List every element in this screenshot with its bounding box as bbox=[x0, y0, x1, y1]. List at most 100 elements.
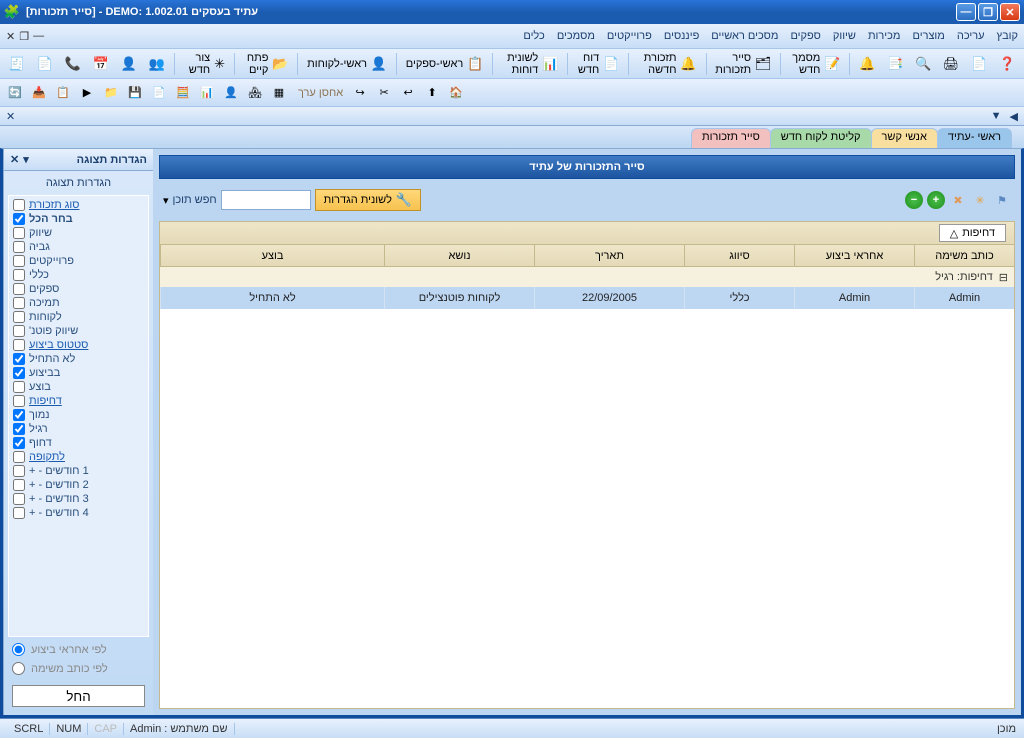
checkbox[interactable] bbox=[13, 367, 25, 379]
window-minimize-button[interactable]: ― bbox=[956, 3, 976, 21]
menu-item[interactable]: מסמכים bbox=[557, 30, 595, 42]
menu-item[interactable]: פרוייקטים bbox=[607, 30, 652, 42]
col-class[interactable]: סיווג bbox=[684, 245, 794, 266]
col-writer[interactable]: כותב משימה bbox=[914, 245, 1014, 266]
toolbar-icon-button[interactable]: 📅 bbox=[88, 52, 114, 76]
tool-user-icon[interactable]: 👤 bbox=[220, 82, 242, 104]
priority-button[interactable]: דחיפות △ bbox=[939, 224, 1006, 242]
toolbar-button[interactable]: 🗂סייר תזכורות bbox=[710, 52, 776, 76]
toolbar-icon-button[interactable]: 🖨 bbox=[938, 52, 964, 76]
checkbox[interactable] bbox=[13, 465, 25, 477]
window-maximize-button[interactable]: ❐ bbox=[978, 3, 998, 21]
tool-up-icon[interactable]: ⬆ bbox=[421, 82, 443, 104]
search-input[interactable] bbox=[221, 190, 311, 210]
checkbox[interactable] bbox=[13, 451, 25, 463]
nav-prev-icon[interactable]: ◀ bbox=[1010, 110, 1018, 123]
toolbar-button[interactable]: 📄דוח חדש bbox=[572, 52, 624, 76]
checkbox[interactable] bbox=[13, 381, 25, 393]
sidebar-group[interactable]: דחיפות bbox=[9, 394, 148, 408]
table-row[interactable]: Admin Admin כללי 22/09/2005 לקוחות פוטנצ… bbox=[160, 287, 1014, 309]
sidebar-checkbox-item[interactable]: 3 חודשים - + bbox=[9, 492, 148, 506]
checkbox[interactable] bbox=[13, 437, 25, 449]
col-subject[interactable]: נושא bbox=[384, 245, 534, 266]
tab[interactable]: ראשי -עתיד bbox=[937, 128, 1012, 148]
checkbox[interactable] bbox=[13, 507, 25, 519]
toolbar-icon-button[interactable]: 📄 bbox=[32, 52, 58, 76]
tool-copy-icon[interactable]: 📋 bbox=[52, 82, 74, 104]
menu-item[interactable]: כלים bbox=[523, 30, 544, 42]
sidebar-group[interactable]: סטטוס ביצוע bbox=[9, 338, 148, 352]
toolbar-icon-button[interactable]: 📑 bbox=[882, 52, 908, 76]
toolbar-button[interactable]: 👤ראשי-לקוחות bbox=[302, 52, 392, 76]
menu-item[interactable]: קובץ bbox=[997, 30, 1018, 42]
sidebar-checkbox-item[interactable]: גביה bbox=[9, 240, 148, 254]
toolbar-button[interactable]: 🔔תזכורת חדשה bbox=[633, 52, 702, 76]
sidebar-checkbox-item[interactable]: בוצע bbox=[9, 380, 148, 394]
tool-paste-icon[interactable]: 📥 bbox=[28, 82, 50, 104]
window-close-button[interactable]: ✕ bbox=[1000, 3, 1020, 21]
sidebar-checkbox-item[interactable]: רגיל bbox=[9, 422, 148, 436]
sidebar-checkbox-item[interactable]: בביצוע bbox=[9, 366, 148, 380]
sidebar-checkbox-item[interactable]: תמיכה bbox=[9, 296, 148, 310]
checkbox[interactable] bbox=[13, 297, 25, 309]
remove-button[interactable]: − bbox=[905, 191, 923, 209]
checkbox[interactable] bbox=[13, 395, 25, 407]
checkbox[interactable] bbox=[13, 479, 25, 491]
sidebar-group[interactable]: לתקופה bbox=[9, 450, 148, 464]
mdi-close[interactable]: ✕ bbox=[6, 30, 15, 43]
toolbar-icon-button[interactable]: 🧾 bbox=[4, 52, 30, 76]
sidebar-checkbox-item[interactable]: שיווק bbox=[9, 226, 148, 240]
toolbar-icon-button[interactable]: 👥 bbox=[144, 52, 170, 76]
menu-item[interactable]: פיננסים bbox=[664, 30, 699, 42]
tool-home-icon[interactable]: 🏠 bbox=[445, 82, 467, 104]
col-done[interactable]: בוצע bbox=[160, 245, 384, 266]
checkbox[interactable] bbox=[13, 283, 25, 295]
sidebar-checkbox-item[interactable]: פרוייקטים bbox=[9, 254, 148, 268]
apply-button[interactable]: החל bbox=[12, 685, 145, 707]
checkbox[interactable] bbox=[13, 423, 25, 435]
checkbox[interactable] bbox=[13, 339, 25, 351]
tool-play-icon[interactable]: ▶ bbox=[76, 82, 98, 104]
flag-icon[interactable]: ⚑ bbox=[993, 191, 1011, 209]
sidebar-checkbox-item[interactable]: ספקים bbox=[9, 282, 148, 296]
toolbar-icon-button[interactable]: 📄 bbox=[966, 52, 992, 76]
clear-icon[interactable]: ✖ bbox=[949, 191, 967, 209]
sidebar-checkbox-item[interactable]: 1 חודשים - + bbox=[9, 464, 148, 478]
sidebar-dropdown-icon[interactable]: ▾ bbox=[23, 153, 29, 166]
sidebar-checkbox-item[interactable]: דחוף bbox=[9, 436, 148, 450]
toolbar-button[interactable]: ✳צור חדש bbox=[179, 52, 230, 76]
checkbox[interactable] bbox=[13, 227, 25, 239]
menu-item[interactable]: מוצרים bbox=[912, 30, 944, 42]
add-button[interactable]: + bbox=[927, 191, 945, 209]
checkbox[interactable] bbox=[13, 311, 25, 323]
toolbar-button[interactable]: 📝מסמך חדש bbox=[785, 52, 846, 76]
checkbox[interactable] bbox=[13, 493, 25, 505]
tab[interactable]: סייר תזכורות bbox=[691, 128, 771, 148]
tool-cut-icon[interactable]: ✂ bbox=[373, 82, 395, 104]
menu-item[interactable]: ספקים bbox=[790, 30, 820, 42]
sidebar-checkbox-item[interactable]: כללי bbox=[9, 268, 148, 282]
toolbar-button[interactable]: 📂פתח קיים bbox=[239, 52, 294, 76]
checkbox[interactable] bbox=[13, 199, 25, 211]
sidebar-group[interactable]: סוג תזכורת bbox=[9, 198, 148, 212]
toolbar-icon-button[interactable]: ❓ bbox=[994, 52, 1020, 76]
checkbox[interactable] bbox=[13, 353, 25, 365]
menu-item[interactable]: מכירות bbox=[868, 30, 901, 42]
sidebar-checkbox-item[interactable]: שיווק פוטנ' bbox=[9, 324, 148, 338]
toolbar-icon-button[interactable]: 👤 bbox=[116, 52, 142, 76]
toolbar-button[interactable]: 📊לשונית דוחות bbox=[497, 52, 563, 76]
tool-chart-icon[interactable]: 📊 bbox=[196, 82, 218, 104]
sidebar-checkbox-item[interactable]: לקוחות bbox=[9, 310, 148, 324]
tool-folder-icon[interactable]: 📁 bbox=[100, 82, 122, 104]
toolbar-icon-button[interactable]: 🔍 bbox=[910, 52, 936, 76]
menu-item[interactable]: שיווק bbox=[833, 30, 856, 42]
tool-page-icon[interactable]: 📄 bbox=[148, 82, 170, 104]
checkbox[interactable] bbox=[13, 409, 25, 421]
menu-item[interactable]: עריכה bbox=[957, 30, 985, 42]
radio-by-writer[interactable]: לפי כותב משימה bbox=[12, 662, 145, 675]
toolbar-icon-button[interactable]: 🔔 bbox=[854, 52, 880, 76]
tool-redo-icon[interactable]: ↪ bbox=[349, 82, 371, 104]
radio-by-owner[interactable]: לפי אחראי ביצוע bbox=[12, 643, 145, 656]
group-row[interactable]: ⊟ דחיפות: רגיל bbox=[160, 267, 1014, 287]
checkbox[interactable] bbox=[13, 269, 25, 281]
